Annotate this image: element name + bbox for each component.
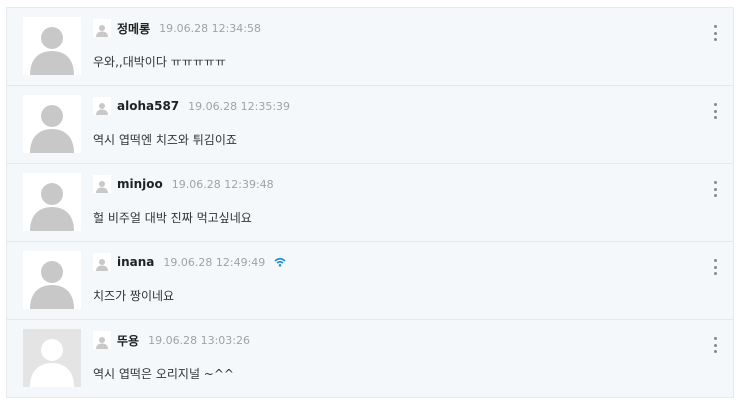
avatar[interactable] [23, 17, 81, 75]
comment-nickname[interactable]: 뚜용 [117, 332, 139, 349]
comment-text: 우와,,대박이다 ㅠㅠㅠㅠㅠ [93, 55, 226, 69]
more-options-icon[interactable] [710, 25, 720, 41]
comment-date: 19.06.28 12:35:39 [188, 99, 291, 113]
comment-item: inana 19.06.28 12:49:49 치즈가 짱이네요 [7, 242, 733, 320]
comment-item: 정메롱 19.06.28 12:34:58 우와,,대박이다 ㅠㅠㅠㅠㅠ [7, 8, 733, 86]
comment-header: aloha587 19.06.28 12:35:39 [93, 97, 290, 115]
comment-nickname[interactable]: minjoo [117, 177, 163, 191]
comment-nickname[interactable]: aloha587 [117, 99, 179, 113]
comment-date: 19.06.28 12:39:48 [171, 177, 274, 191]
comment-text: 헐 비주얼 대박 진짜 먹고싶네요 [93, 211, 252, 225]
comment-header: minjoo 19.06.28 12:39:48 [93, 175, 274, 193]
comment-date: 19.06.28 13:03:26 [148, 333, 250, 347]
comment-date: 19.06.28 12:49:49 [163, 255, 266, 269]
more-options-icon[interactable] [710, 337, 720, 353]
more-options-icon[interactable] [710, 259, 720, 275]
user-silhouette-icon [30, 27, 74, 75]
comment-item: aloha587 19.06.28 12:35:39 역시 엽떡엔 치즈와 튀김… [7, 86, 733, 164]
user-silhouette-icon [30, 105, 74, 153]
wifi-icon [274, 257, 286, 267]
comment-nickname[interactable]: inana [117, 255, 154, 269]
comment-header: 뚜용 19.06.28 13:03:26 [93, 331, 250, 349]
avatar[interactable] [23, 95, 81, 153]
avatar[interactable] [23, 329, 81, 387]
comment-header: 정메롱 19.06.28 12:34:58 [93, 19, 261, 37]
comment-text: 역시 엽떡엔 치즈와 튀김이죠 [93, 133, 237, 147]
user-mini-icon [93, 19, 111, 37]
comment-header: inana 19.06.28 12:49:49 [93, 253, 286, 271]
comment-text: 역시 엽떡은 오리지널 ~^^ [93, 367, 234, 381]
more-options-icon[interactable] [710, 103, 720, 119]
avatar[interactable] [23, 251, 81, 309]
avatar[interactable] [23, 173, 81, 231]
user-mini-icon [93, 253, 111, 271]
user-silhouette-icon [30, 261, 74, 309]
user-silhouette-icon [30, 183, 74, 231]
comment-item: minjoo 19.06.28 12:39:48 헐 비주얼 대박 진짜 먹고싶… [7, 164, 733, 242]
user-mini-icon [93, 331, 111, 349]
comment-list: 정메롱 19.06.28 12:34:58 우와,,대박이다 ㅠㅠㅠㅠㅠ alo… [6, 7, 734, 398]
user-mini-icon [93, 175, 111, 193]
user-silhouette-icon [30, 339, 74, 387]
comment-item: 뚜용 19.06.28 13:03:26 역시 엽떡은 오리지널 ~^^ [7, 320, 733, 398]
comment-nickname[interactable]: 정메롱 [117, 20, 150, 37]
comment-date: 19.06.28 12:34:58 [159, 21, 262, 35]
comment-text: 치즈가 짱이네요 [93, 289, 175, 303]
user-mini-icon [93, 97, 111, 115]
more-options-icon[interactable] [710, 181, 720, 197]
